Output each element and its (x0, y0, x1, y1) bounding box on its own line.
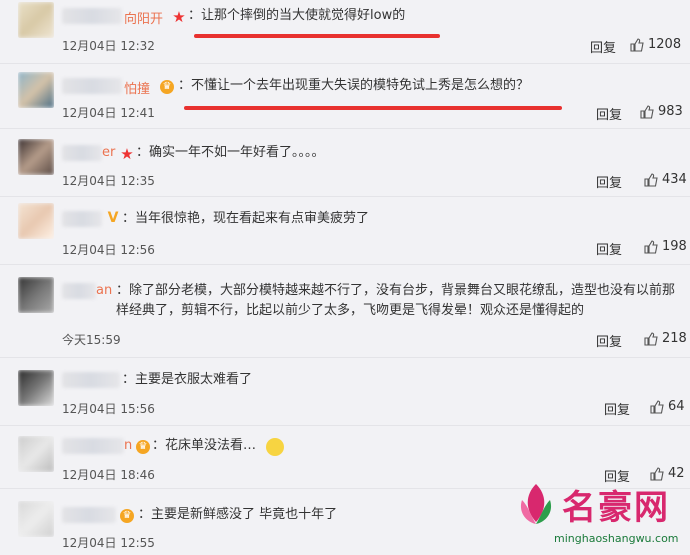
comment-text: ：让那个摔倒的当大使就觉得好low的 (188, 8, 406, 23)
avatar[interactable] (18, 436, 54, 472)
avatar[interactable] (18, 501, 54, 537)
comment-item: V ：当年很惊艳，现在看起来有点审美疲劳了 12月04日 12:56 回复 19… (0, 197, 690, 261)
like-button[interactable]: 198 (644, 239, 687, 254)
highlight-underline (194, 34, 440, 38)
crown-badge-icon: ♛ (136, 440, 150, 454)
like-button[interactable]: 218 (644, 331, 687, 346)
star-badge-icon: ★ (120, 145, 134, 163)
timestamp: 今天15:59 (62, 333, 121, 347)
comment-text: ：花床单没法看… (152, 438, 257, 453)
thumbs-up-icon (650, 399, 664, 414)
like-count: 64 (668, 399, 685, 414)
highlight-underline (184, 106, 562, 110)
like-button[interactable]: 64 (650, 399, 685, 414)
timestamp: 12月04日 18:46 (62, 468, 155, 482)
comment-text: ：主要是衣服太难看了 (122, 372, 253, 387)
avatar[interactable] (18, 277, 54, 313)
crown-badge-icon: ♛ (160, 80, 174, 94)
like-button[interactable]: 1208 (630, 37, 681, 52)
like-button[interactable]: 983 (640, 104, 683, 119)
star-badge-icon: ★ (172, 8, 186, 26)
thumbs-up-icon (644, 331, 658, 346)
thumbs-up-icon (640, 104, 654, 119)
avatar[interactable] (18, 203, 54, 239)
comment-text: ：当年很惊艳，现在看起来有点审美疲劳了 (122, 211, 370, 226)
timestamp: 12月04日 12:32 (62, 39, 155, 53)
reply-button[interactable]: 回复 (604, 399, 630, 418)
laughing-emoji-icon (266, 438, 284, 456)
avatar[interactable] (18, 370, 54, 406)
like-count: 983 (658, 104, 683, 119)
like-count: 218 (662, 331, 687, 346)
username[interactable]: n (124, 438, 132, 453)
comment-item: er ★ ：确实一年不如一年好看了。。。。 12月04日 12:35 回复 43… (0, 129, 690, 191)
username[interactable]: 怕撞 (124, 78, 150, 97)
thumbs-up-icon (644, 172, 658, 187)
like-count: 434 (662, 172, 687, 187)
comment-item: an ：除了部分老模，大部分模特越来越不行了，没有台步，背景舞台又眼花缭乱，造型… (0, 265, 690, 355)
site-watermark: 名豪网 minghaoshangwu.com (510, 476, 688, 550)
reply-button[interactable]: 回复 (596, 104, 622, 123)
username[interactable]: 向阳开 (124, 8, 163, 27)
crown-badge-icon: ♛ (120, 509, 134, 523)
reply-button[interactable]: 回复 (596, 172, 622, 191)
like-count: 198 (662, 239, 687, 254)
comment-text: ：确实一年不如一年好看了。。。。 (136, 145, 325, 160)
logo-icon (520, 484, 552, 524)
username[interactable]: an (96, 283, 112, 298)
avatar[interactable] (18, 139, 54, 175)
reply-button[interactable]: 回复 (590, 37, 616, 56)
username[interactable]: er (102, 145, 115, 160)
avatar[interactable] (18, 2, 54, 38)
watermark-title: 名豪网 (562, 488, 670, 528)
timestamp: 12月04日 12:35 (62, 174, 155, 188)
like-count: 1208 (648, 37, 682, 52)
timestamp: 12月04日 12:55 (62, 536, 155, 550)
reply-button[interactable]: 回复 (596, 331, 622, 350)
timestamp: 12月04日 12:41 (62, 106, 155, 120)
timestamp: 12月04日 12:56 (62, 243, 155, 257)
verified-badge-icon: V (107, 210, 119, 226)
comment-text: ：除了部分老模，大部分模特越来越不行了，没有台步，背景舞台又眼花缭乱，造型也没有… (116, 283, 676, 318)
reply-button[interactable]: 回复 (596, 239, 622, 258)
watermark-url: minghaoshangwu.com (554, 532, 679, 545)
like-button[interactable]: 434 (644, 172, 687, 187)
comment-item: 怕撞 ♛ ：不懂让一个去年出现重大失误的模特免试上秀是怎么想的？ 12月04日 … (0, 64, 690, 128)
comment-text: ：主要是新鲜感没了 毕竟也十年了 (138, 507, 338, 522)
comment-item: 向阳开 ★ ：让那个摔倒的当大使就觉得好low的 12月04日 12:32 回复… (0, 0, 690, 62)
thumbs-up-icon (630, 37, 644, 52)
comment-text: ：不懂让一个去年出现重大失误的模特免试上秀是怎么想的？ (178, 78, 530, 93)
avatar[interactable] (18, 72, 54, 108)
thumbs-up-icon (644, 239, 658, 254)
timestamp: 12月04日 15:56 (62, 402, 155, 416)
comment-item: ：主要是衣服太难看了 12月04日 15:56 回复 64 (0, 358, 690, 422)
